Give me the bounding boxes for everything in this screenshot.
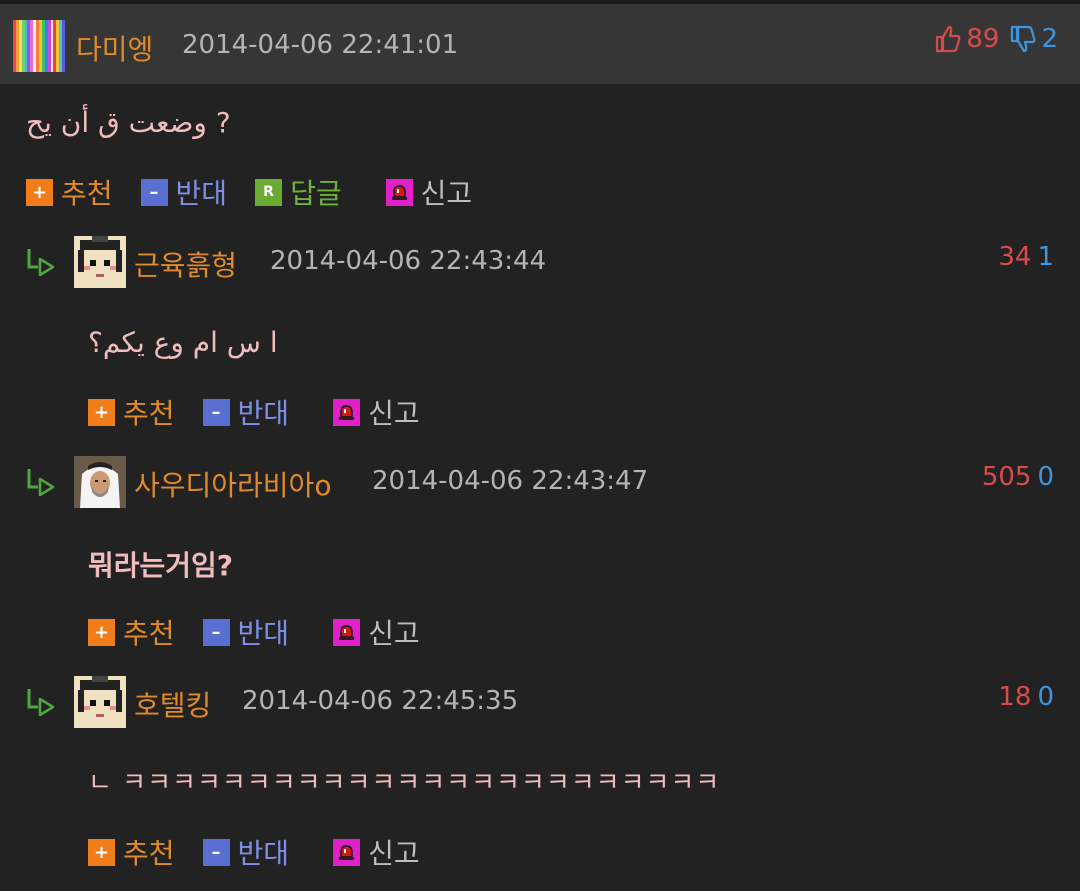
reply-button[interactable]: R 답글 [255, 172, 342, 212]
avatar[interactable] [74, 676, 126, 728]
reply-icon: R [255, 178, 283, 206]
report-button[interactable]: 신고 [333, 612, 420, 652]
oppose-button[interactable]: – 반대 [140, 172, 228, 212]
post-header: 다미엥 2014-04-06 22:41:01 89 2 [0, 0, 1080, 84]
reply-arrow-icon [27, 469, 55, 496]
minus-icon: – [202, 838, 230, 866]
plus-icon: + [88, 398, 115, 426]
minus-icon: – [202, 618, 230, 646]
oppose-button[interactable]: – 반대 [202, 832, 290, 872]
recommend-button[interactable]: + 추천 [26, 172, 113, 212]
report-label: 신고 [368, 837, 420, 870]
minus-icon: – [140, 178, 168, 206]
comment-date: 2014-04-06 22:45:35 [242, 686, 519, 716]
comment-votes: 34 1 [998, 242, 1054, 272]
comment-text: ㄴ ㅋㅋㅋㅋㅋㅋㅋㅋㅋㅋㅋㅋㅋㅋㅋㅋㅋㅋㅋㅋㅋㅋㅋㅋ [88, 768, 721, 798]
post-body: وضعت ق أن يح ? [26, 106, 231, 139]
recommend-label: 추천 [123, 397, 175, 430]
comment-downvote-count: 0 [1037, 462, 1054, 492]
post-votes: 89 2 [934, 24, 1058, 54]
comment-upvote-count: 18 [998, 682, 1032, 712]
recommend-label: 추천 [61, 177, 113, 210]
post-upvote-count: 89 [966, 24, 1000, 54]
report-button[interactable]: 신고 [385, 172, 473, 212]
plus-icon: + [88, 618, 115, 646]
recommend-label: 추천 [123, 617, 175, 650]
comment-votes: 505 0 [982, 462, 1054, 492]
comment-date: 2014-04-06 22:43:47 [372, 466, 649, 496]
report-button[interactable]: 신고 [333, 832, 420, 872]
oppose-label: 반대 [175, 177, 228, 210]
oppose-label: 반대 [237, 837, 290, 870]
oppose-label: 반대 [237, 617, 290, 650]
comment-upvote-count: 34 [998, 242, 1032, 272]
comment-downvote-count: 0 [1037, 682, 1054, 712]
reply-arrow-icon [27, 249, 55, 276]
siren-icon [333, 838, 361, 866]
comment-author[interactable]: 근육흙형 [134, 244, 237, 284]
reply-label: 답글 [290, 177, 342, 210]
comment-text: ا س ام وع يكم؟ [88, 326, 278, 359]
comment-actions: + 추천 – 반대 신고 [88, 832, 448, 872]
report-label: 신고 [368, 397, 420, 430]
report-label: 신고 [420, 177, 473, 210]
thumbs-down-icon[interactable] [1009, 24, 1037, 54]
recommend-button[interactable]: + 추천 [88, 612, 175, 652]
comment-header: 사우디아라비아o 2014-04-06 22:43:47 505 0 [0, 456, 1080, 512]
plus-icon: + [88, 838, 115, 866]
comment-date: 2014-04-06 22:43:44 [270, 246, 547, 276]
comment-text: 뭐라는거임? [88, 549, 234, 582]
comment-header: 근육흙형 2014-04-06 22:43:44 34 1 [0, 236, 1080, 292]
recommend-button[interactable]: + 추천 [88, 832, 175, 872]
oppose-button[interactable]: – 반대 [202, 612, 290, 652]
avatar[interactable] [74, 236, 126, 288]
comment-author[interactable]: 사우디아라비아o [134, 464, 331, 504]
report-label: 신고 [368, 617, 420, 650]
comment-author[interactable]: 호텔킹 [134, 684, 211, 724]
post-downvote-count: 2 [1041, 24, 1058, 54]
comment-actions: + 추천 – 반대 신고 [88, 392, 448, 432]
recommend-button[interactable]: + 추천 [88, 392, 175, 432]
recommend-label: 추천 [123, 837, 175, 870]
author-avatar[interactable] [13, 20, 66, 72]
siren-icon [385, 178, 413, 206]
oppose-label: 반대 [237, 397, 290, 430]
comment-votes: 18 0 [998, 682, 1054, 712]
comment-header: 호텔킹 2014-04-06 22:45:35 18 0 [0, 676, 1080, 732]
report-button[interactable]: 신고 [333, 392, 420, 432]
minus-icon: – [202, 398, 230, 426]
comment-actions: + 추천 – 반대 신고 [88, 612, 448, 652]
oppose-button[interactable]: – 반대 [202, 392, 290, 432]
plus-icon: + [26, 178, 53, 206]
reply-arrow-icon [27, 689, 55, 716]
siren-icon [333, 618, 361, 646]
thumbs-up-icon[interactable] [934, 24, 962, 54]
comment-downvote-count: 1 [1037, 242, 1054, 272]
post-date: 2014-04-06 22:41:01 [182, 30, 459, 60]
post-author[interactable]: 다미엥 [76, 28, 153, 68]
avatar[interactable] [74, 456, 126, 508]
siren-icon [333, 398, 361, 426]
comment-upvote-count: 505 [981, 462, 1032, 492]
post-actions: + 추천 – 반대 R 답글 신고 [26, 172, 500, 212]
